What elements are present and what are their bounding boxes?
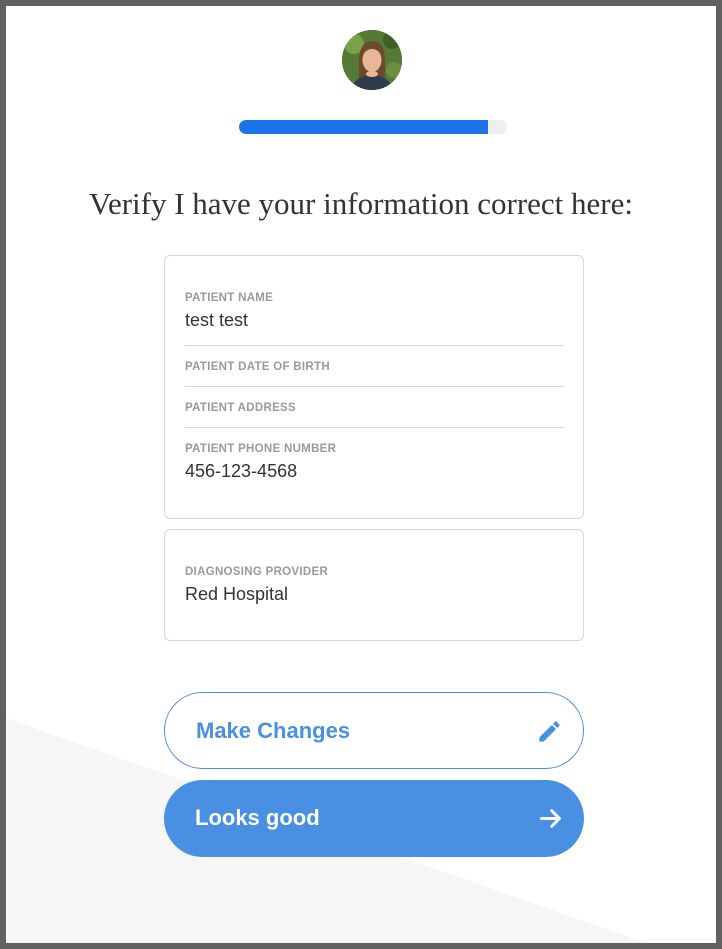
progress-bar (239, 120, 507, 134)
patient-phone-value: 456-123-4568 (185, 461, 298, 481)
arrow-right-icon (537, 805, 564, 832)
patient-dob-label: PATIENT DATE OF BIRTH (185, 361, 330, 373)
divider (185, 386, 564, 387)
patient-address-label: PATIENT ADDRESS (185, 402, 296, 414)
progress-bar-fill (239, 120, 489, 134)
page-title: Verify I have your information correct h… (89, 186, 633, 221)
app-window: Verify I have your information correct h… (0, 0, 722, 949)
looks-good-button[interactable]: Looks good (164, 780, 584, 857)
make-changes-button[interactable]: Make Changes (164, 692, 584, 769)
make-changes-label: Make Changes (196, 718, 351, 743)
provider-label: DIAGNOSING PROVIDER (185, 566, 329, 578)
patient-info-card: PATIENT NAME test test PATIENT DATE OF B… (164, 255, 584, 519)
avatar (342, 30, 402, 90)
patient-name-label: PATIENT NAME (185, 292, 274, 304)
divider (185, 345, 564, 346)
looks-good-label: Looks good (195, 805, 320, 830)
pencil-icon (536, 718, 563, 745)
patient-phone-label: PATIENT PHONE NUMBER (185, 443, 337, 455)
provider-value: Red Hospital (185, 584, 289, 604)
provider-card: DIAGNOSING PROVIDER Red Hospital (164, 529, 584, 641)
divider (185, 427, 564, 428)
patient-name-value: test test (185, 310, 249, 330)
